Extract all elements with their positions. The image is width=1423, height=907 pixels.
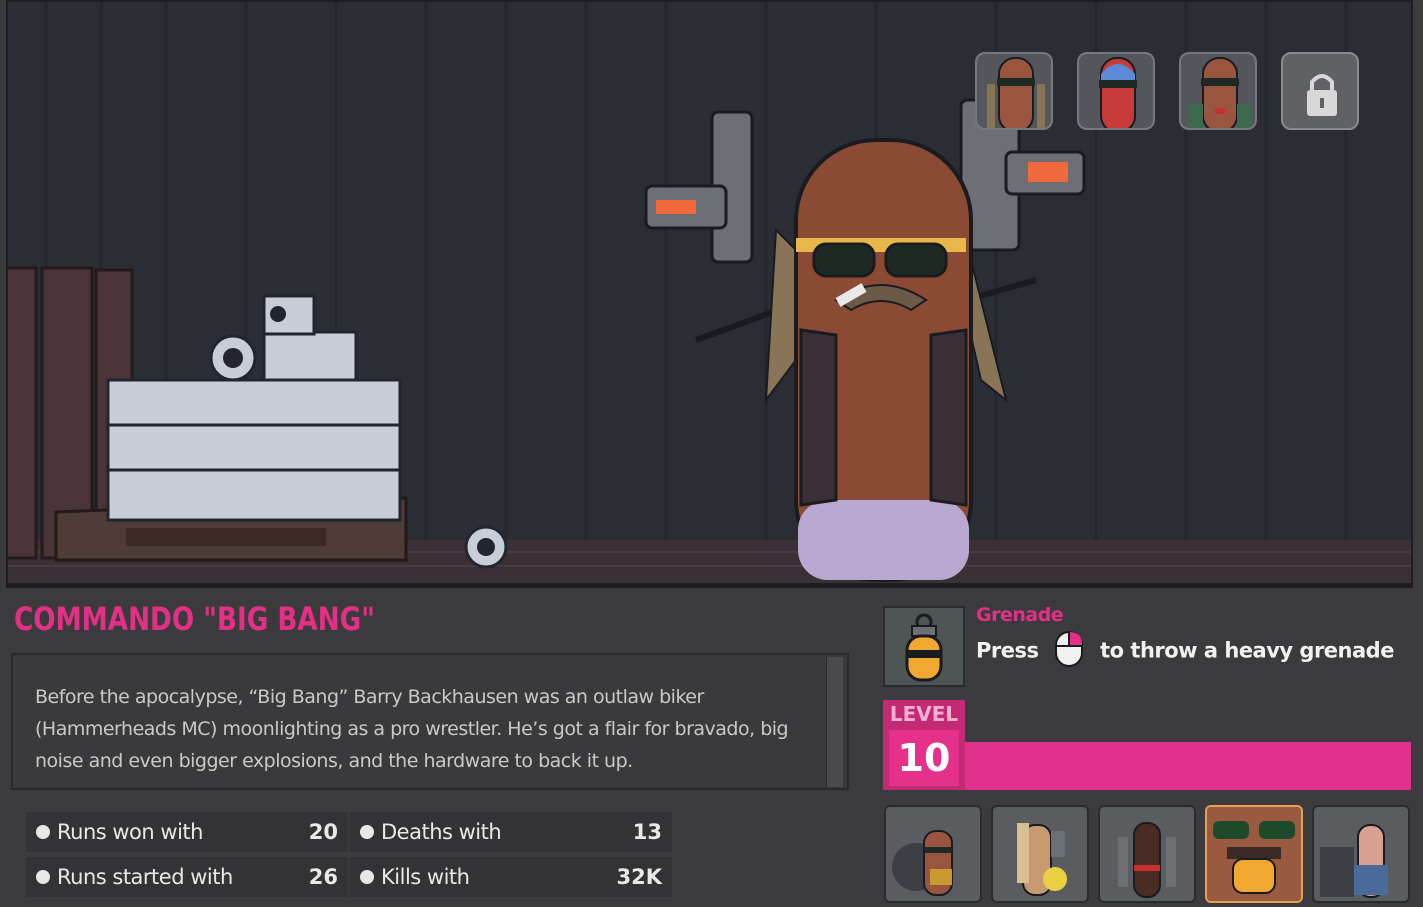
character-2-portrait	[1017, 823, 1067, 896]
skin-slot-suit[interactable]	[1179, 52, 1257, 130]
stat-label: Runs won with	[57, 820, 203, 844]
stat-label: Deaths with	[381, 820, 502, 844]
character-name: COMMANDO "BIG BANG"	[14, 600, 375, 638]
level-number: 10	[889, 730, 959, 786]
skin-slot-biker[interactable]	[975, 52, 1053, 130]
stat-value: 26	[308, 865, 338, 889]
stat-value: 20	[308, 820, 338, 844]
ability-slot	[883, 606, 965, 687]
mouse-right-click-icon	[1055, 631, 1084, 672]
stat-value: 32K	[616, 865, 663, 889]
character-slot-5[interactable]	[1312, 805, 1410, 903]
skin-slot-masked-wrestler[interactable]	[1077, 52, 1155, 130]
character-description: Before the apocalypse, “Big Bang” Barry …	[35, 686, 789, 772]
bullet-icon	[360, 870, 374, 884]
stat-label: Runs started with	[57, 865, 233, 889]
skin-suit-portrait	[1189, 57, 1251, 128]
bullet-icon	[36, 870, 50, 884]
character-slot-4[interactable]	[1205, 805, 1303, 903]
ability-name: Grenade	[976, 604, 1064, 626]
character-slot-2[interactable]	[991, 805, 1089, 903]
description-scrollbar[interactable]	[826, 657, 843, 787]
level-badge: LEVEL 10	[883, 700, 965, 790]
stat-label: Kills with	[381, 865, 470, 889]
character-slot-3[interactable]	[1098, 805, 1196, 903]
stat-value: 13	[632, 820, 662, 844]
character-3-portrait	[1118, 822, 1176, 898]
padlock-icon	[1307, 74, 1337, 116]
stat-runs-won: Runs won with 20	[26, 812, 348, 852]
character-5-portrait	[1320, 824, 1388, 898]
grenade-icon	[905, 613, 943, 682]
bullet-icon	[36, 825, 50, 839]
skin-slot-locked[interactable]	[1281, 52, 1359, 130]
level-label: LEVEL	[889, 702, 959, 726]
character-4-portrait	[1207, 807, 1301, 901]
stat-deaths: Deaths with 13	[350, 812, 672, 852]
description-panel: Before the apocalypse, “Big Bang” Barry …	[11, 653, 849, 790]
skin-masked-wrestler-portrait	[1099, 57, 1137, 128]
skin-biker-portrait	[987, 57, 1045, 128]
ability-suffix: to throw a heavy grenade	[1100, 638, 1394, 663]
ability-prefix: Press	[976, 638, 1039, 663]
xp-progress-fill	[965, 742, 1411, 790]
xp-progress-bar	[965, 742, 1411, 790]
ability-instruction: Press to throw a heavy grenade	[976, 631, 1394, 672]
stat-kills: Kills with 32K	[350, 857, 672, 897]
stat-runs-started: Runs started with 26	[26, 857, 348, 897]
bullet-icon	[360, 825, 374, 839]
character-1-portrait	[892, 830, 953, 896]
character-slot-1[interactable]	[884, 805, 982, 903]
